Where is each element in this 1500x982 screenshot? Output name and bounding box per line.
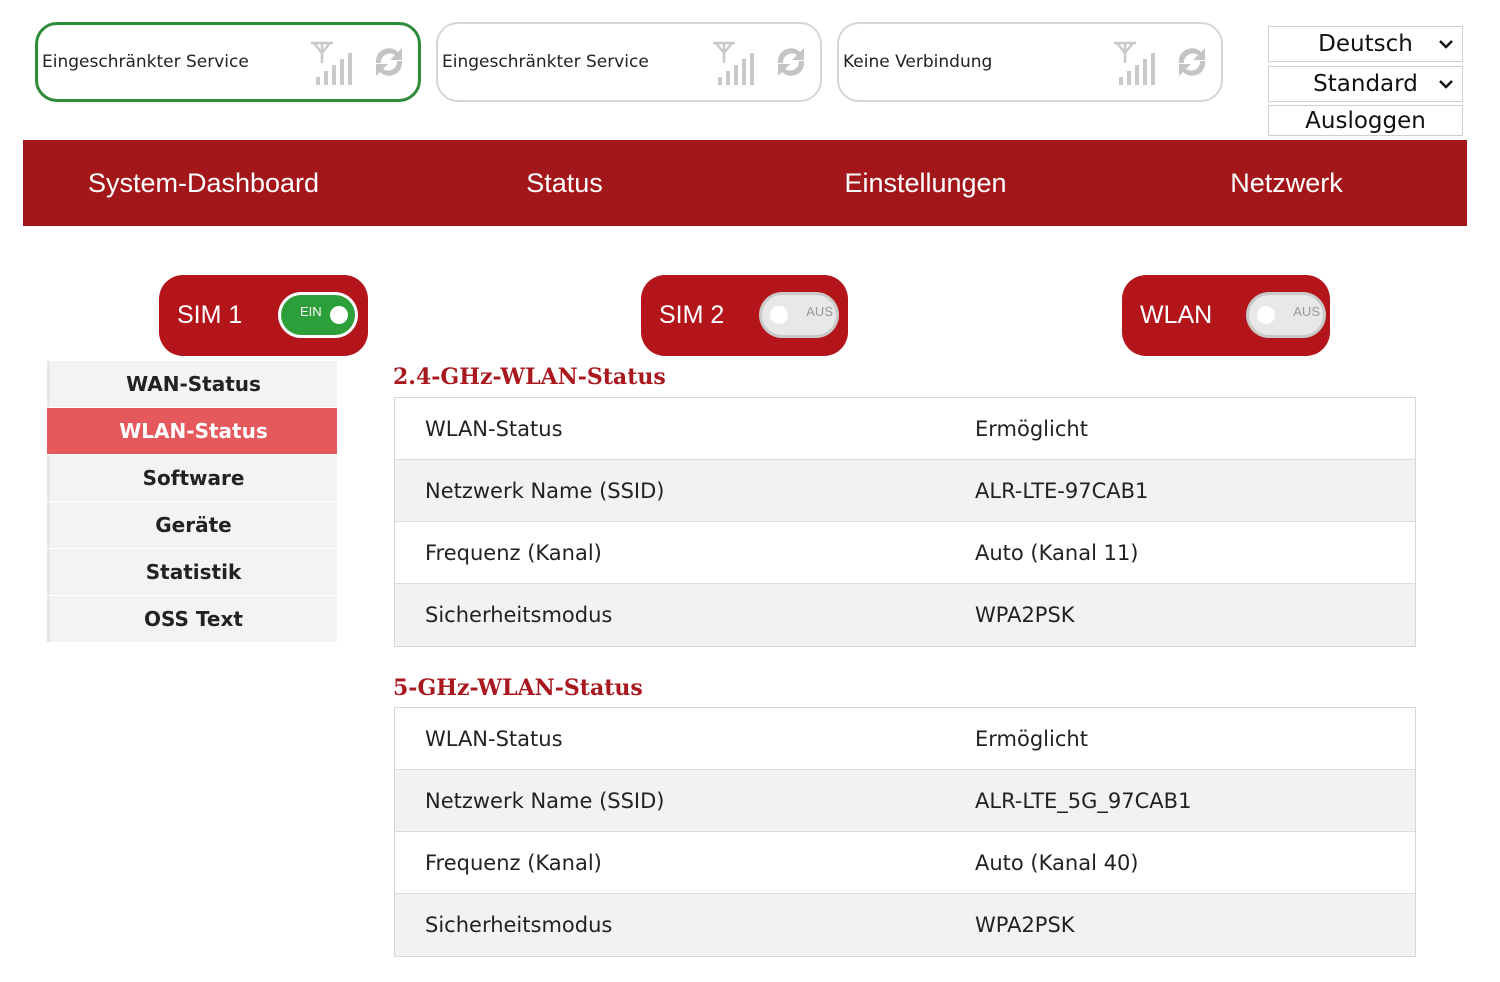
- row-value: Ermöglicht: [975, 726, 1088, 751]
- sidebar-item-software[interactable]: Software: [47, 455, 337, 501]
- chevron-down-icon: [1439, 40, 1453, 49]
- sidebar-item-wlan-status[interactable]: WLAN-Status: [47, 408, 337, 454]
- logout-button[interactable]: Ausloggen: [1268, 105, 1463, 136]
- row-key: Frequenz (Kanal): [425, 850, 602, 875]
- sidebar-item-statistik[interactable]: Statistik: [47, 549, 337, 595]
- wlan-table-5ghz: WLAN-Status Ermöglicht Netzwerk Name (SS…: [394, 707, 1416, 957]
- connection-card-2: Eingeschränkter Service: [436, 22, 822, 102]
- refresh-icon[interactable]: [1171, 41, 1213, 83]
- row-value: Auto (Kanal 11): [975, 540, 1139, 565]
- nav-system-dashboard[interactable]: System-Dashboard: [23, 168, 384, 199]
- nav-einstellungen[interactable]: Einstellungen: [745, 168, 1106, 199]
- refresh-icon[interactable]: [770, 41, 812, 83]
- connection-status-text: Eingeschränkter Service: [42, 52, 249, 72]
- row-key: Sicherheitsmodus: [425, 913, 613, 937]
- sim2-switch[interactable]: AUS: [759, 292, 839, 338]
- row-value: WPA2PSK: [975, 603, 1075, 627]
- connection-status-text: Keine Verbindung: [843, 52, 993, 72]
- wlan-toggle-card: WLAN AUS: [1122, 275, 1330, 356]
- row-value: WPA2PSK: [975, 913, 1075, 937]
- sim1-toggle-card: SIM 1 EIN: [159, 275, 368, 356]
- wlan-table-24ghz: WLAN-Status Ermöglicht Netzwerk Name (SS…: [394, 397, 1416, 647]
- signal-bars-icon: [311, 41, 352, 85]
- table-row: WLAN-Status Ermöglicht: [395, 398, 1415, 460]
- sim2-label: SIM 2: [659, 301, 725, 329]
- sidebar-item-geraete[interactable]: Geräte: [47, 502, 337, 548]
- table-row: WLAN-Status Ermöglicht: [395, 708, 1415, 770]
- row-key: Netzwerk Name (SSID): [425, 478, 665, 503]
- sim2-toggle-card: SIM 2 AUS: [641, 275, 848, 356]
- table-row: Netzwerk Name (SSID) ALR-LTE-97CAB1: [395, 460, 1415, 522]
- sidebar: WAN-Status WLAN-Status Software Geräte S…: [47, 361, 337, 643]
- wlan-switch[interactable]: AUS: [1246, 292, 1326, 338]
- row-key: Frequenz (Kanal): [425, 540, 602, 565]
- row-key: Netzwerk Name (SSID): [425, 788, 665, 813]
- row-value: Auto (Kanal 40): [975, 850, 1139, 875]
- table-row: Frequenz (Kanal) Auto (Kanal 11): [395, 522, 1415, 584]
- section-title-5ghz: 5-GHz-WLAN-Status: [393, 675, 643, 701]
- chevron-down-icon: [1439, 80, 1453, 89]
- sim2-switch-state: AUS: [806, 304, 833, 319]
- row-value: Ermöglicht: [975, 416, 1088, 441]
- language-select-value: Deutsch: [1318, 31, 1413, 57]
- profile-select[interactable]: Standard: [1268, 66, 1463, 102]
- section-title-24ghz: 2.4-GHz-WLAN-Status: [393, 364, 666, 390]
- row-value: ALR-LTE_5G_97CAB1: [975, 788, 1192, 813]
- profile-select-value: Standard: [1313, 71, 1418, 97]
- table-row: Netzwerk Name (SSID) ALR-LTE_5G_97CAB1: [395, 770, 1415, 832]
- main-nav: System-Dashboard Status Einstellungen Ne…: [23, 140, 1467, 226]
- nav-netzwerk[interactable]: Netzwerk: [1106, 168, 1467, 199]
- logout-button-label: Ausloggen: [1305, 107, 1426, 134]
- sim1-switch[interactable]: EIN: [278, 292, 358, 338]
- row-key: WLAN-Status: [425, 726, 563, 751]
- language-select[interactable]: Deutsch: [1268, 26, 1463, 62]
- table-row: Sicherheitsmodus WPA2PSK: [395, 584, 1415, 646]
- connection-card-3: Keine Verbindung: [837, 22, 1223, 102]
- row-value: ALR-LTE-97CAB1: [975, 478, 1149, 503]
- wlan-switch-state: AUS: [1293, 304, 1320, 319]
- nav-status[interactable]: Status: [384, 168, 745, 199]
- signal-bars-icon: [1114, 41, 1155, 85]
- connection-status-text: Eingeschränkter Service: [442, 52, 649, 72]
- table-row: Frequenz (Kanal) Auto (Kanal 40): [395, 832, 1415, 894]
- sidebar-item-oss-text[interactable]: OSS Text: [47, 596, 337, 642]
- sidebar-item-wan-status[interactable]: WAN-Status: [47, 361, 337, 407]
- refresh-icon[interactable]: [368, 41, 410, 83]
- sim1-label: SIM 1: [177, 301, 243, 329]
- sim1-switch-state: EIN: [300, 304, 322, 319]
- table-row: Sicherheitsmodus WPA2PSK: [395, 894, 1415, 956]
- connection-card-1: Eingeschränkter Service: [35, 22, 421, 102]
- signal-bars-icon: [713, 41, 754, 85]
- row-key: Sicherheitsmodus: [425, 603, 613, 627]
- wlan-label: WLAN: [1140, 301, 1213, 329]
- row-key: WLAN-Status: [425, 416, 563, 441]
